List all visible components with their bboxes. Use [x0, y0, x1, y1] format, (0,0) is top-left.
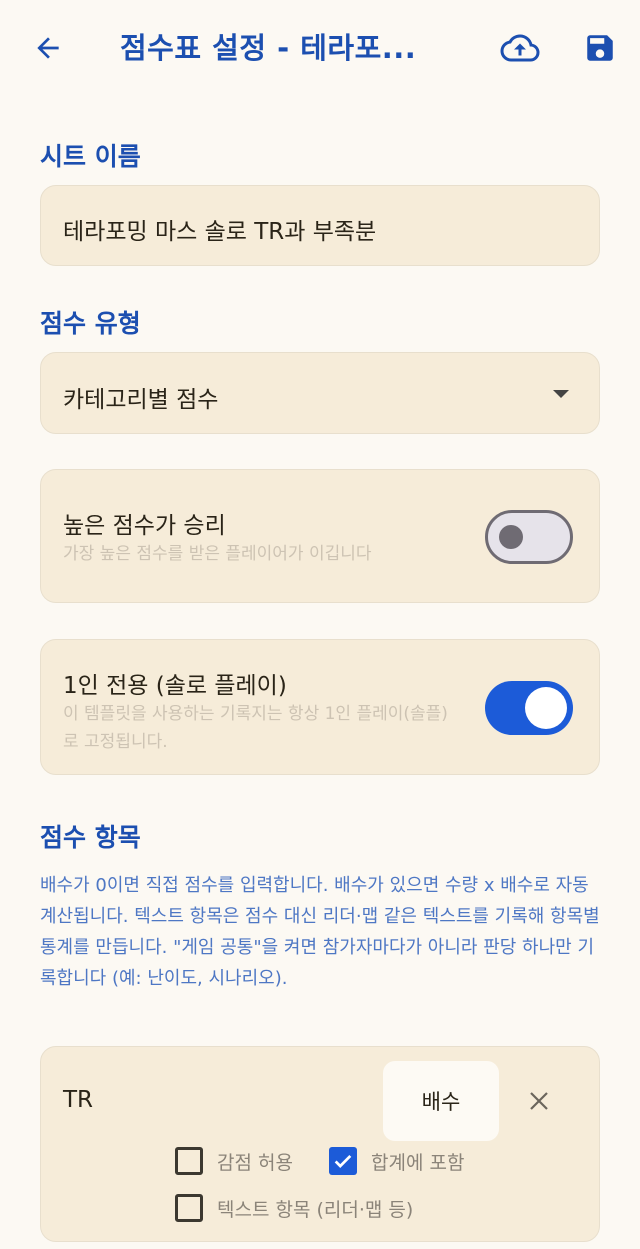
score-type-value: 카테고리별 점수 [63, 387, 219, 413]
high-score-wins-toggle[interactable] [485, 510, 573, 564]
score-item-name[interactable]: TR [63, 1087, 93, 1113]
high-score-wins-card: 높은 점수가 승리 가장 높은 점수를 받은 플레이어가 이깁니다 [40, 469, 600, 603]
back-button[interactable] [24, 24, 72, 72]
text-item-checkbox[interactable] [175, 1194, 203, 1222]
score-type-dropdown[interactable]: 카테고리별 점수 [40, 352, 600, 434]
include-in-total-label: 합계에 포함 [371, 1151, 465, 1174]
cloud-upload-button[interactable] [494, 24, 546, 72]
include-in-total-option[interactable]: 합계에 포함 [329, 1147, 464, 1175]
solo-only-description: 이 템플릿을 사용하는 기록지는 항상 1인 플레이(솔플)로 고정됩니다. [63, 704, 448, 752]
allow-negative-option[interactable]: 감점 허용 [175, 1147, 293, 1175]
top-app-bar: 점수표 설정 - 테라포... [0, 0, 640, 96]
multiplier-input[interactable]: 배수 [383, 1061, 499, 1141]
sheet-name-label: 시트 이름 [40, 142, 141, 171]
solo-only-title: 1인 전용 (솔로 플레이) [63, 673, 287, 699]
cloud-upload-icon [500, 34, 540, 62]
dropdown-arrow-icon [553, 390, 569, 398]
save-button[interactable] [574, 24, 626, 72]
check-icon [334, 1154, 352, 1168]
score-item-card: TR 배수 감점 허용 합계에 포함 텍스트 항목 (리더·맵 등) [40, 1046, 600, 1242]
text-item-option[interactable]: 텍스트 항목 (리더·맵 등) [175, 1194, 413, 1222]
text-item-label: 텍스트 항목 (리더·맵 등) [217, 1198, 414, 1221]
high-score-wins-title: 높은 점수가 승리 [63, 513, 226, 539]
high-score-wins-description: 가장 높은 점수를 받은 플레이어가 이깁니다 [63, 544, 372, 564]
page-title: 점수표 설정 - 테라포... [120, 31, 417, 65]
toggle-knob [525, 687, 567, 729]
solo-only-toggle[interactable] [485, 681, 573, 735]
include-in-total-checkbox[interactable] [329, 1147, 357, 1175]
score-type-label: 점수 유형 [40, 309, 141, 338]
scoresheet-settings-screen: 점수표 설정 - 테라포... 시트 이름 테라포밍 마스 솔로 TR과 부족분… [0, 0, 640, 1249]
save-icon [587, 35, 613, 61]
toggle-knob [499, 525, 523, 549]
close-icon [530, 1092, 548, 1110]
sheet-name-value: 테라포밍 마스 솔로 TR과 부족분 [63, 219, 377, 245]
arrow-back-icon [37, 37, 59, 59]
allow-negative-checkbox[interactable] [175, 1147, 203, 1175]
sheet-name-field[interactable]: 테라포밍 마스 솔로 TR과 부족분 [40, 185, 600, 266]
score-items-label: 점수 항목 [40, 823, 141, 852]
solo-only-card: 1인 전용 (솔로 플레이) 이 템플릿을 사용하는 기록지는 항상 1인 플레… [40, 639, 600, 775]
allow-negative-label: 감점 허용 [217, 1151, 293, 1174]
score-items-help: 배수가 0이면 직접 점수를 입력합니다. 배수가 있으면 수량 x 배수로 자… [40, 875, 600, 989]
remove-item-button[interactable] [519, 1081, 559, 1121]
